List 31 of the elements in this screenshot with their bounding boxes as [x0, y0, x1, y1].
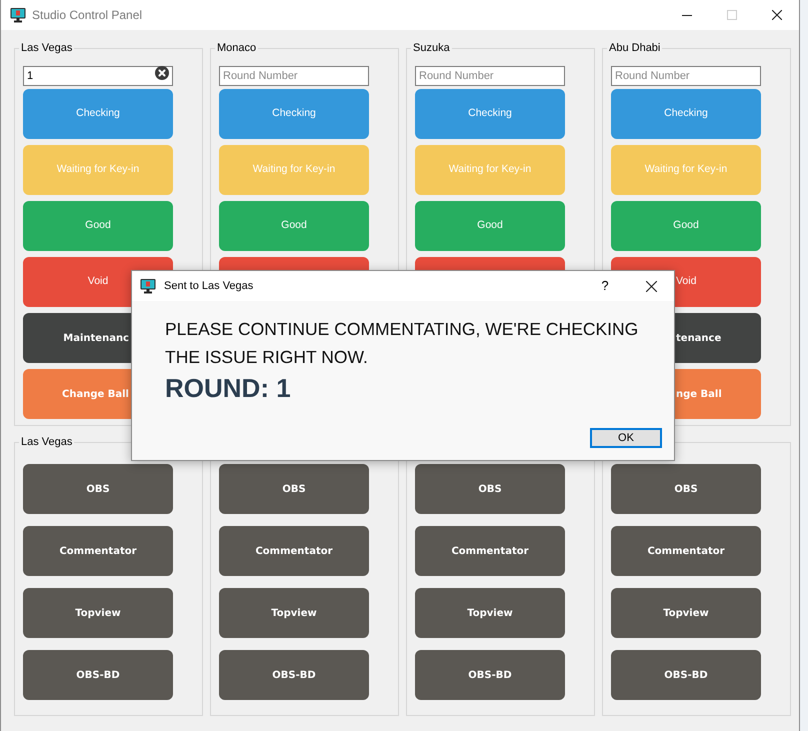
group-title: Monaco — [216, 41, 258, 55]
scene-button[interactable]: Commentator — [219, 526, 369, 576]
ok-button[interactable]: OK — [590, 428, 662, 448]
group-title: Suzuka — [412, 41, 451, 55]
group-title: Las Vegas — [20, 41, 74, 55]
scene-button[interactable]: OBS-BD — [611, 650, 761, 700]
close-icon — [646, 280, 656, 292]
scene-button[interactable]: OBS-BD — [219, 650, 369, 700]
round-number-field[interactable]: Round Number — [415, 66, 565, 86]
app-icon — [10, 7, 26, 23]
round-number-field[interactable]: 1 — [23, 66, 173, 86]
group-title: Abu Dhabi — [608, 41, 662, 55]
scene-button[interactable]: Topview — [611, 588, 761, 638]
scene-button[interactable]: Topview — [23, 588, 173, 638]
group-title: Las Vegas — [21, 436, 72, 448]
scene-button[interactable]: OBS-BD — [415, 650, 565, 700]
round-number-field[interactable]: Round Number — [219, 66, 369, 86]
round-number-field[interactable]: Round Number — [611, 66, 761, 86]
scene-button[interactable]: OBS — [219, 464, 369, 514]
scene-button[interactable]: Commentator — [415, 526, 565, 576]
scene-button[interactable]: OBS — [611, 464, 761, 514]
clear-icon[interactable] — [155, 66, 169, 80]
scene-button[interactable]: OBS — [415, 464, 565, 514]
scene-button[interactable]: Topview — [415, 588, 565, 638]
window-title: Studio Control Panel — [32, 7, 142, 24]
scene-button[interactable]: Commentator — [611, 526, 761, 576]
monitor-icon — [140, 278, 156, 294]
scene-button[interactable]: OBS — [23, 464, 173, 514]
scene-button[interactable]: Commentator — [23, 526, 173, 576]
scene-button[interactable]: OBS-BD — [23, 650, 173, 700]
scene-button[interactable]: Topview — [219, 588, 369, 638]
